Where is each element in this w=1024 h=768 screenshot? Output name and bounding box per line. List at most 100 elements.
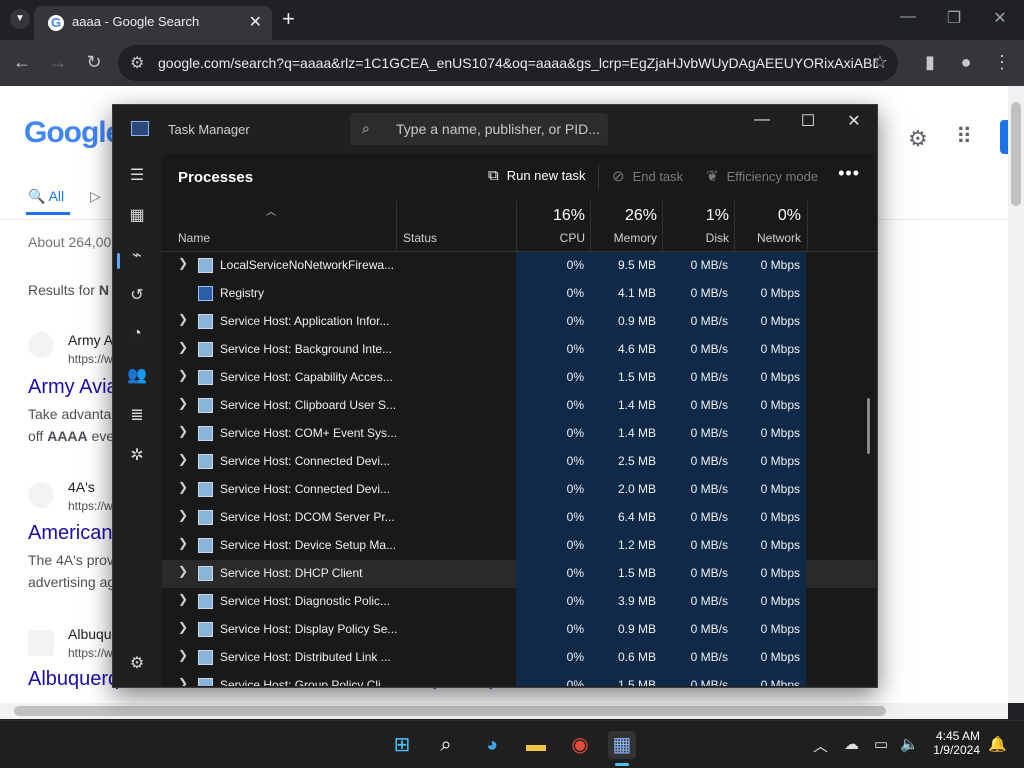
process-row[interactable]: ❯ Service Host: Application Infor... 0% 0.9…	[162, 308, 876, 336]
column-network[interactable]: 0% Network	[734, 201, 808, 251]
result-title-link[interactable]: Army Avia	[28, 376, 118, 399]
process-row[interactable]: ❯ Service Host: Connected Devi... 0% 2.0 MB…	[162, 476, 876, 504]
process-row[interactable]: ❯ Service Host: Clipboard User S... 0% 1.4 …	[162, 392, 876, 420]
expand-chevron-icon[interactable]: ❯	[178, 536, 188, 550]
file-explorer-icon[interactable]: ▬	[522, 731, 550, 759]
expand-chevron-icon[interactable]: ❯	[178, 508, 188, 522]
show-hidden-icons-icon[interactable]: ︿	[813, 735, 828, 756]
expand-chevron-icon[interactable]: ❯	[178, 396, 188, 410]
edge-beta-icon[interactable]: ◕	[478, 731, 506, 759]
search-icon[interactable]: ⌕	[432, 731, 460, 759]
process-row[interactable]: ❯ Service Host: Group Policy Cli... 0% 1.5 …	[162, 672, 876, 686]
menu-dots-icon[interactable]: ⋮	[990, 52, 1014, 73]
result-site[interactable]: Albuqu	[68, 626, 112, 642]
tab-search-dropdown-icon[interactable]: ▼	[10, 9, 30, 29]
tm-minimize-icon[interactable]: —	[739, 111, 785, 129]
process-row[interactable]: ❯ Service Host: Display Policy Se... 0% 0.9…	[162, 616, 876, 644]
process-row[interactable]: ❯ Service Host: DHCP Client 0% 1.5 MB 0 MB/s…	[162, 560, 876, 588]
expand-chevron-icon[interactable]: ❯	[178, 592, 188, 606]
app-history-icon[interactable]: ↺	[125, 285, 149, 305]
windows-start-icon[interactable]: ⊞	[388, 731, 416, 759]
volume-icon[interactable]: 🔈	[900, 735, 919, 753]
column-cpu[interactable]: 16% CPU	[516, 201, 591, 251]
profile-icon[interactable]: ●	[954, 52, 978, 73]
processes-icon[interactable]: ▦	[125, 205, 149, 225]
more-options-icon[interactable]: •••	[838, 163, 860, 184]
process-row[interactable]: ❯ Service Host: Distributed Link ... 0% 0.6…	[162, 644, 876, 672]
startup-apps-icon[interactable]: ◔	[125, 325, 149, 343]
process-row[interactable]: ❯ Service Host: COM+ Event Sys... 0% 1.4 MB…	[162, 420, 876, 448]
performance-icon[interactable]: ⌁	[125, 245, 149, 265]
settings-icon[interactable]: ⚙	[125, 653, 149, 673]
expand-chevron-icon[interactable]: ❯	[178, 368, 188, 382]
side-panel-icon[interactable]: ▮	[918, 52, 942, 73]
expand-chevron-icon[interactable]: ❯	[178, 424, 188, 438]
chrome-icon[interactable]: ◉	[566, 731, 594, 759]
process-row[interactable]: ❯ LocalServiceNoNetworkFirewa... 0% 9.5 MB 0…	[162, 252, 876, 280]
expand-chevron-icon[interactable]: ❯	[178, 564, 188, 578]
hamburger-menu-icon[interactable]: ☰	[125, 165, 149, 185]
restore-icon[interactable]: ❐	[934, 8, 974, 28]
forward-icon[interactable]: →	[46, 52, 70, 73]
expand-chevron-icon[interactable]: ❯	[178, 340, 188, 354]
efficiency-mode-button[interactable]: ❦ Efficiency mode	[706, 167, 818, 185]
google-logo[interactable]: Google	[24, 116, 122, 150]
process-row[interactable]: ❯ Service Host: Device Setup Ma... 0% 1.2 M…	[162, 532, 876, 560]
settings-gear-icon[interactable]: ⚙	[908, 126, 928, 152]
process-row[interactable]: Registry 0% 4.1 MB 0 MB/s 0 Mbps	[162, 280, 876, 308]
bookmark-star-icon[interactable]: ☆	[872, 52, 888, 73]
expand-chevron-icon[interactable]: ❯	[178, 312, 188, 326]
users-icon[interactable]: 👥	[125, 365, 149, 385]
task-manager-taskbar-icon[interactable]: ▦	[608, 731, 636, 759]
result-site[interactable]: Army A	[68, 332, 113, 348]
column-name[interactable]: Name	[178, 231, 210, 245]
page-horizontal-scroll-thumb[interactable]	[14, 706, 886, 716]
expand-chevron-icon[interactable]: ❯	[178, 620, 188, 634]
notifications-bell-icon[interactable]: 🔔	[988, 735, 1007, 753]
tm-maximize-icon[interactable]: ☐	[785, 111, 831, 131]
column-memory[interactable]: 26% Memory	[590, 201, 663, 251]
tm-close-icon[interactable]: ✕	[831, 111, 877, 131]
end-task-button[interactable]: ⊘ End task	[612, 167, 683, 185]
process-search-input[interactable]: ⌕ Type a name, publisher, or PID...	[350, 113, 608, 145]
reload-icon[interactable]: ↻	[82, 52, 106, 73]
process-row[interactable]: ❯ Service Host: DCOM Server Pr... 0% 6.4 MB…	[162, 504, 876, 532]
close-icon[interactable]: ✕	[980, 8, 1020, 28]
result-site[interactable]: 4A's	[68, 479, 95, 495]
result-url[interactable]: https://w	[68, 499, 113, 513]
clock[interactable]: 4:45 AM 1/9/2024	[933, 729, 980, 757]
onedrive-icon[interactable]: ☁	[844, 735, 859, 753]
apps-grid-icon[interactable]: ⠿	[956, 124, 972, 150]
column-disk[interactable]: 1% Disk	[662, 201, 735, 251]
minimize-icon[interactable]: —	[888, 8, 928, 26]
run-new-task-button[interactable]: ⧉ Run new task	[488, 167, 585, 184]
process-list-scroll-thumb[interactable]	[867, 398, 870, 454]
site-info-icon[interactable]: ⚙	[130, 53, 144, 73]
process-row[interactable]: ❯ Service Host: Background Inte... 0% 4.6 M…	[162, 336, 876, 364]
expand-chevron-icon[interactable]: ❯	[178, 452, 188, 466]
tab-close-icon[interactable]: ✕	[249, 12, 262, 32]
page-vertical-scroll-thumb[interactable]	[1011, 102, 1021, 206]
expand-chevron-icon[interactable]: ❯	[178, 676, 188, 686]
sign-in-button[interactable]	[1000, 120, 1008, 154]
result-title-link[interactable]: American	[28, 522, 112, 545]
services-icon[interactable]: ✲	[125, 445, 149, 465]
result-url[interactable]: https://w	[68, 646, 113, 660]
column-status[interactable]: Status	[396, 201, 517, 251]
result-url[interactable]: https://w	[68, 352, 113, 366]
browser-tab[interactable]: aaaa - Google Search ✕	[34, 6, 272, 40]
network-icon[interactable]: ▭	[874, 735, 888, 753]
expand-chevron-icon[interactable]: ❯	[178, 648, 188, 662]
process-row[interactable]: ❯ Service Host: Diagnostic Polic... 0% 3.9 …	[162, 588, 876, 616]
url-text[interactable]: google.com/search?q=aaaa&rlz=1C1GCEA_enU…	[158, 55, 878, 71]
process-row[interactable]: ❯ Service Host: Connected Devi... 0% 2.5 MB…	[162, 448, 876, 476]
expand-chevron-icon[interactable]: ❯	[178, 256, 188, 270]
address-bar[interactable]: ⚙ google.com/search?q=aaaa&rlz=1C1GCEA_e…	[118, 45, 898, 81]
back-icon[interactable]: ←	[10, 52, 34, 73]
expand-chevron-icon[interactable]: ❯	[178, 480, 188, 494]
details-icon[interactable]: ≣	[125, 405, 149, 425]
tab-videos-icon[interactable]: ▷	[90, 188, 101, 205]
tab-all[interactable]: 🔍 All	[28, 188, 64, 205]
new-tab-button[interactable]: +	[282, 6, 295, 32]
process-row[interactable]: ❯ Service Host: Capability Acces... 0% 1.5 …	[162, 364, 876, 392]
